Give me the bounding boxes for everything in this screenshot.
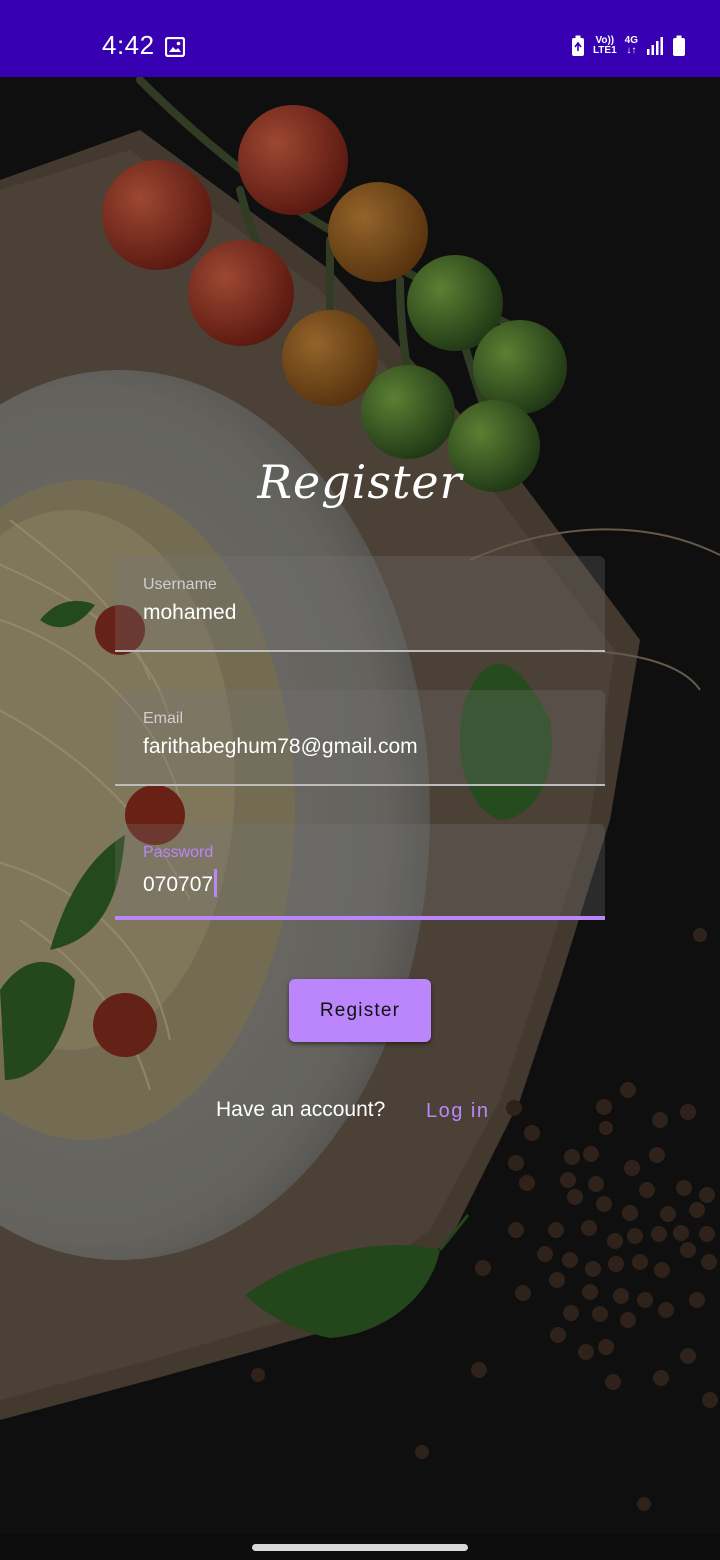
- page-title: Register: [257, 455, 463, 509]
- gallery-icon: [165, 37, 185, 57]
- volte-indicator: Vo)) LTE1: [593, 36, 617, 56]
- text-cursor: [214, 869, 218, 897]
- email-label: Email: [143, 710, 184, 727]
- email-field[interactable]: Email farithabeghum78@gmail.com: [115, 690, 605, 786]
- status-bar: 4:42 Vo)) LTE1 4G ↓↑: [0, 0, 720, 77]
- battery-icon: [673, 35, 685, 56]
- email-input[interactable]: farithabeghum78@gmail.com: [143, 735, 418, 759]
- data-arrows-icon: ↓↑: [626, 45, 637, 56]
- home-gesture-handle[interactable]: [252, 1544, 468, 1551]
- navigation-bar: [0, 1534, 720, 1560]
- username-label: Username: [143, 576, 217, 593]
- register-screen: 4:42 Vo)) LTE1 4G ↓↑ Register Username m…: [0, 0, 720, 1560]
- username-field[interactable]: Username mohamed: [115, 556, 605, 652]
- lte-label: LTE1: [592, 45, 617, 56]
- network-indicator: 4G ↓↑: [625, 36, 638, 56]
- password-label: Password: [143, 844, 214, 861]
- password-input[interactable]: 070707: [143, 873, 213, 896]
- register-button[interactable]: Register: [289, 979, 431, 1042]
- status-icons: Vo)) LTE1 4G ↓↑: [571, 34, 686, 58]
- battery-saver-icon: [571, 35, 584, 56]
- status-time: 4:42: [102, 30, 155, 60]
- password-field[interactable]: Password 070707: [115, 824, 605, 920]
- login-link[interactable]: Log in: [426, 1100, 490, 1123]
- signal-icon: [647, 37, 663, 55]
- have-account-text: Have an account?: [216, 1098, 386, 1121]
- username-input[interactable]: mohamed: [143, 601, 236, 625]
- password-input-wrapper[interactable]: 070707: [143, 869, 218, 897]
